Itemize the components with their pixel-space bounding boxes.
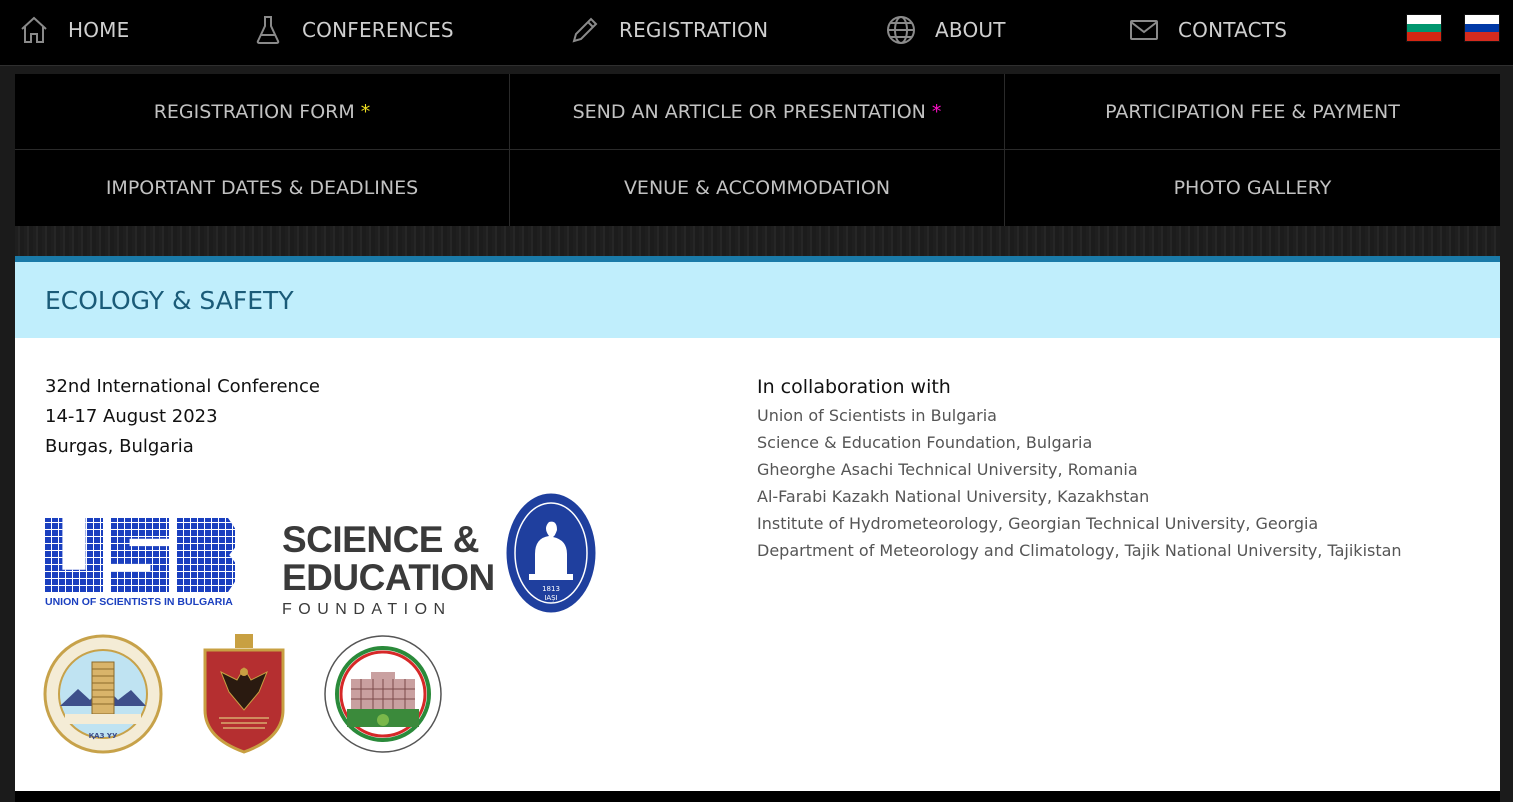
participation-fee-label: PARTICIPATION FEE & PAYMENT	[1105, 100, 1400, 123]
asachi-university-seal: 1813 IAȘI	[506, 493, 596, 613]
venue-link[interactable]: VENUE & ACCOMMODATION	[510, 150, 1005, 226]
nav-about-label: ABOUT	[935, 18, 1006, 42]
send-article-label: SEND AN ARTICLE OR PRESENTATION	[572, 100, 926, 123]
sef-logo: SCIENCE & EDUCATION FOUNDATION	[282, 521, 495, 619]
conference-location: Burgas, Bulgaria	[45, 436, 194, 457]
footer-edge	[15, 791, 1500, 802]
list-item: Al-Farabi Kazakh National University, Ka…	[757, 487, 1150, 506]
send-article-link[interactable]: SEND AN ARTICLE OR PRESENTATION *	[510, 74, 1005, 150]
pencil-icon	[572, 17, 598, 43]
usb-logo-caption: UNION OF SCIENTISTS IN BULGARIA	[45, 596, 233, 608]
photo-gallery-link[interactable]: PHOTO GALLERY	[1005, 150, 1500, 226]
conference-panel: ECOLOGY & SAFETY 32nd International Conf…	[15, 256, 1500, 791]
flask-icon	[256, 16, 280, 44]
tnu-seal	[324, 635, 442, 753]
conference-name: 32nd International Conference	[45, 376, 320, 397]
decorative-strip	[15, 226, 1500, 256]
top-navigation: HOME CONFERENCES REGISTRATION ABOUT CONT…	[0, 0, 1513, 66]
panel-header: ECOLOGY & SAFETY	[15, 262, 1500, 338]
collaborator-list: Union of Scientists in Bulgaria Science …	[757, 402, 1402, 564]
important-dates-label: IMPORTANT DATES & DEADLINES	[105, 177, 419, 199]
list-item: Union of Scientists in Bulgaria	[757, 406, 997, 425]
russian-flag[interactable]	[1464, 14, 1500, 42]
nav-home-label: HOME	[68, 18, 130, 42]
list-item: Institute of Hydrometeorology, Georgian …	[757, 514, 1319, 533]
gtu-crest	[203, 634, 285, 754]
bulgarian-flag[interactable]	[1406, 14, 1442, 42]
mail-icon	[1130, 20, 1158, 40]
kaznu-abbreviation: ҚАЗ ҰУ	[89, 732, 118, 740]
required-star: *	[360, 100, 371, 123]
nav-contacts-label: CONTACTS	[1178, 18, 1288, 42]
sef-logo-line1: SCIENCE &	[282, 519, 479, 560]
venue-label: VENUE & ACCOMMODATION	[623, 177, 891, 199]
conference-submenu: REGISTRATION FORM * SEND AN ARTICLE OR P…	[15, 74, 1500, 226]
conference-info: 32nd International Conference 14-17 Augu…	[45, 372, 320, 462]
usb-logo-mark	[45, 518, 235, 592]
nav-about[interactable]: ABOUT	[885, 0, 1006, 60]
sef-logo-line3: FOUNDATION	[282, 601, 452, 618]
page-title: ECOLOGY & SAFETY	[45, 285, 294, 315]
usb-logo: UNION OF SCIENTISTS IN BULGARIA	[45, 518, 235, 608]
nav-contacts[interactable]: CONTACTS	[1128, 0, 1287, 60]
collaboration-section: In collaboration with Union of Scientist…	[757, 372, 1402, 564]
collaboration-heading: In collaboration with	[757, 376, 951, 398]
home-icon	[21, 16, 47, 43]
nav-registration[interactable]: REGISTRATION	[569, 0, 768, 60]
important-dates-link[interactable]: IMPORTANT DATES & DEADLINES	[15, 150, 510, 226]
nav-conferences[interactable]: CONFERENCES	[252, 0, 454, 60]
registration-form-link[interactable]: REGISTRATION FORM *	[15, 74, 510, 150]
registration-form-label: REGISTRATION FORM	[153, 100, 355, 123]
nav-conferences-label: CONFERENCES	[302, 18, 454, 42]
globe-icon	[887, 16, 915, 44]
photo-gallery-label: PHOTO GALLERY	[1173, 177, 1332, 199]
seal-city: IAȘI	[544, 594, 557, 602]
list-item: Science & Education Foundation, Bulgaria	[757, 433, 1093, 452]
sef-logo-line2: EDUCATION	[282, 557, 495, 598]
nav-home[interactable]: HOME	[18, 0, 129, 60]
required-star: *	[931, 100, 942, 123]
nav-registration-label: REGISTRATION	[619, 18, 769, 42]
list-item: Department of Meteorology and Climatolog…	[757, 541, 1402, 560]
seal-year: 1813	[542, 585, 560, 593]
conference-dates: 14-17 August 2023	[45, 406, 218, 427]
list-item: Gheorghe Asachi Technical University, Ro…	[757, 460, 1138, 479]
kaznu-seal: ҚАЗ ҰУ	[43, 634, 163, 754]
participation-fee-link[interactable]: PARTICIPATION FEE & PAYMENT	[1005, 74, 1500, 150]
